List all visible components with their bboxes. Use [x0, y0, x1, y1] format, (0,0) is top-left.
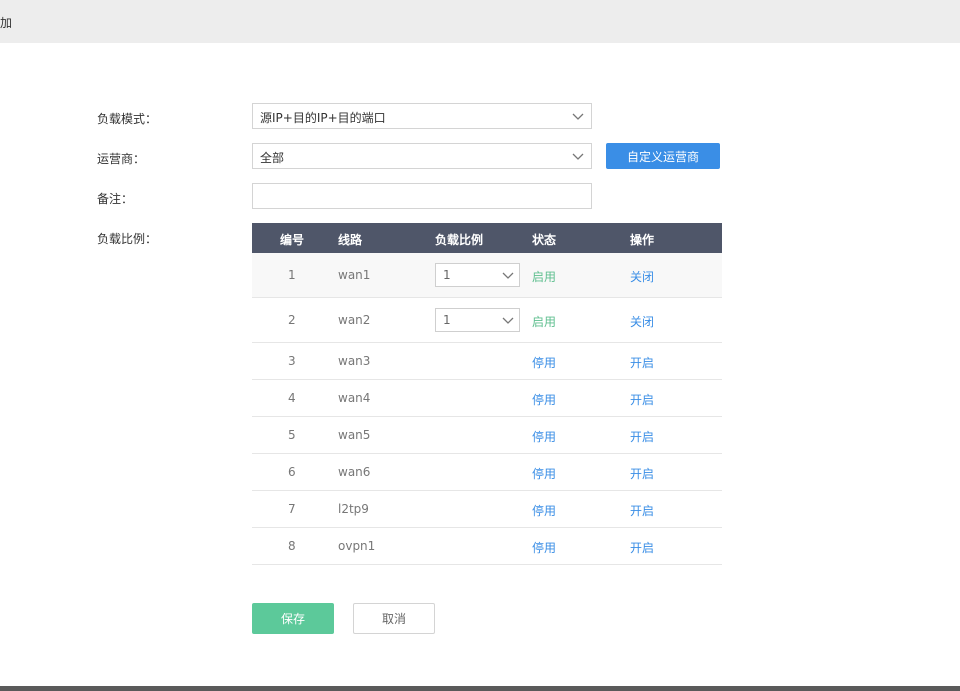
row-no: 5	[288, 428, 296, 442]
load-ratio-table: 编号 线路 负载比例 状态 操作 1 wan1 1 启用 关闭 2 wan2 1…	[252, 223, 722, 565]
table-row: 2 wan2 1 启用 关闭	[252, 298, 722, 343]
table-row: 4 wan4 停用 开启	[252, 380, 722, 417]
ratio-label: 负载比例：	[97, 232, 158, 246]
row-line: wan6	[338, 465, 371, 479]
remark-input[interactable]	[252, 183, 592, 209]
row-line: wan1	[338, 268, 371, 282]
row-line: ovpn1	[338, 539, 376, 553]
chevron-down-icon	[572, 153, 584, 160]
row-action-link[interactable]: 开启	[630, 502, 654, 519]
ratio-select[interactable]: 1	[435, 308, 520, 332]
row-action-link[interactable]: 关闭	[630, 268, 654, 285]
mode-select-value: 源IP+目的IP+目的端口	[260, 111, 386, 125]
table-row: 1 wan1 1 启用 关闭	[252, 253, 722, 298]
window-bottom-edge	[0, 686, 960, 691]
chevron-down-icon	[502, 317, 514, 324]
table-row: 6 wan6 停用 开启	[252, 454, 722, 491]
row-no: 8	[288, 539, 296, 553]
header-no: 编号	[280, 233, 305, 247]
mode-label: 负载模式：	[97, 112, 158, 126]
save-button[interactable]: 保存	[252, 603, 334, 634]
dialog-titlebar: 加	[0, 0, 960, 43]
dialog-title: 加	[0, 16, 13, 30]
row-line: wan3	[338, 354, 371, 368]
table-header: 编号 线路 负载比例 状态 操作	[252, 223, 722, 253]
row-status: 启用	[532, 270, 557, 284]
row-status: 停用	[532, 541, 557, 555]
row-status: 启用	[532, 315, 557, 329]
ratio-select[interactable]: 1	[435, 263, 520, 287]
table-row: 3 wan3 停用 开启	[252, 343, 722, 380]
header-ratio: 负载比例	[435, 233, 484, 247]
carrier-select[interactable]: 全部	[252, 143, 592, 169]
row-action-link[interactable]: 开启	[630, 465, 654, 482]
header-status: 状态	[532, 233, 557, 247]
chevron-down-icon	[502, 272, 514, 279]
row-line: wan5	[338, 428, 371, 442]
mode-select[interactable]: 源IP+目的IP+目的端口	[252, 103, 592, 129]
ratio-select-value: 1	[443, 268, 451, 282]
row-action-link[interactable]: 开启	[630, 354, 654, 371]
row-action-link[interactable]: 关闭	[630, 313, 654, 330]
cancel-button[interactable]: 取消	[353, 603, 435, 634]
chevron-down-icon	[572, 113, 584, 120]
row-no: 6	[288, 465, 296, 479]
table-row: 5 wan5 停用 开启	[252, 417, 722, 454]
remark-label: 备注：	[97, 192, 134, 206]
row-no: 3	[288, 354, 296, 368]
row-status: 停用	[532, 504, 557, 518]
row-status: 停用	[532, 356, 557, 370]
row-action-link[interactable]: 开启	[630, 391, 654, 408]
header-line: 线路	[338, 233, 363, 247]
row-line: wan2	[338, 313, 371, 327]
custom-carrier-button[interactable]: 自定义运营商	[606, 143, 720, 169]
table-row: 8 ovpn1 停用 开启	[252, 528, 722, 565]
table-row: 7 l2tp9 停用 开启	[252, 491, 722, 528]
row-action-link[interactable]: 开启	[630, 539, 654, 556]
row-status: 停用	[532, 467, 557, 481]
row-status: 停用	[532, 430, 557, 444]
row-no: 2	[288, 313, 296, 327]
row-line: l2tp9	[338, 502, 369, 516]
row-action-link[interactable]: 开启	[630, 428, 654, 445]
header-op: 操作	[630, 233, 655, 247]
row-no: 7	[288, 502, 296, 516]
row-no: 1	[288, 268, 296, 282]
row-line: wan4	[338, 391, 371, 405]
carrier-label: 运营商：	[97, 152, 146, 166]
row-no: 4	[288, 391, 296, 405]
ratio-select-value: 1	[443, 313, 451, 327]
row-status: 停用	[532, 393, 557, 407]
carrier-select-value: 全部	[260, 151, 285, 165]
